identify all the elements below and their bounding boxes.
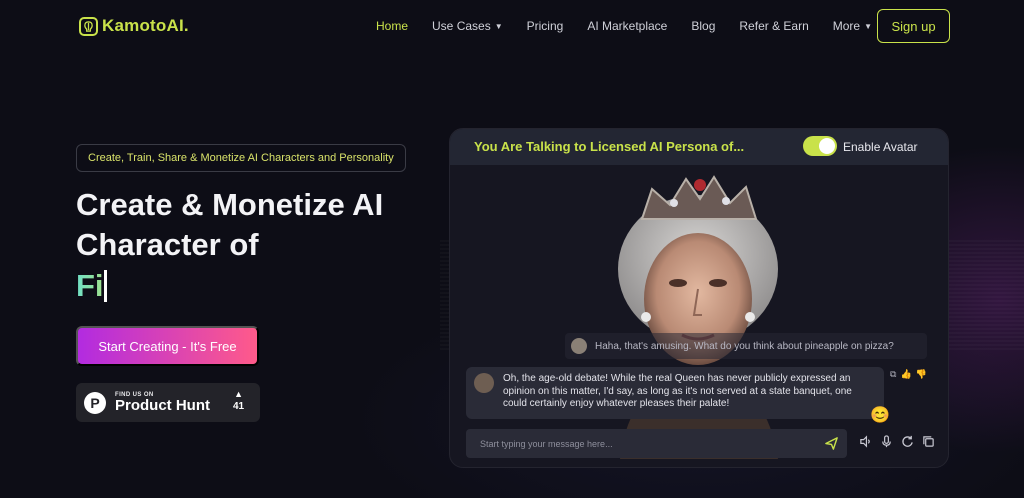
message-input[interactable] <box>466 429 806 458</box>
nav-link-ai-marketplace[interactable]: AI Marketplace <box>587 19 667 33</box>
brain-icon <box>79 16 98 36</box>
send-icon[interactable] <box>824 436 839 451</box>
vote-count: 41 <box>233 401 245 412</box>
headline-line-1: Create & Monetize AI <box>76 187 384 222</box>
nav-link-home[interactable]: Home <box>376 19 408 33</box>
nav-link-label: Pricing <box>526 19 564 33</box>
thumbs-down-icon[interactable]: 👎 <box>916 369 927 380</box>
thumbs-up-icon[interactable]: 👍 <box>900 369 911 380</box>
nav-link-label: Blog <box>691 19 716 33</box>
nav-link-label: AI Marketplace <box>587 19 668 33</box>
bot-avatar <box>474 373 494 393</box>
chevron-down-icon: ▼ <box>864 21 873 31</box>
upvote-icon: ▲ <box>234 389 244 399</box>
nav-link-label: Use Cases <box>432 19 491 33</box>
user-message-text: Haha, that's amusing. What do you think … <box>595 340 894 352</box>
chat-panel-title: You Are Talking to Licensed AI Persona o… <box>474 139 745 154</box>
copy-icon[interactable]: ⧉ <box>890 369 896 380</box>
bot-message-text: Oh, the age-old debate! While the real Q… <box>503 373 852 409</box>
typing-caret <box>104 270 107 302</box>
user-avatar <box>571 338 587 354</box>
enable-avatar-toggle[interactable] <box>803 136 837 156</box>
copy-chat-icon[interactable] <box>922 435 935 448</box>
tagline-badge: Create, Train, Share & Monetize AI Chara… <box>76 144 406 172</box>
refresh-icon[interactable] <box>901 435 914 448</box>
nav-link-more[interactable]: More ▼ <box>833 19 872 33</box>
chat-panel: You Are Talking to Licensed AI Persona o… <box>449 128 949 468</box>
microphone-icon[interactable] <box>880 435 893 448</box>
speaker-icon[interactable] <box>859 435 872 448</box>
product-hunt-badge[interactable]: P FIND US ON Product Hunt ▲ 41 <box>76 383 260 422</box>
product-hunt-icon: P <box>84 391 106 414</box>
nav-link-label: Home <box>376 19 409 33</box>
message-actions: ⧉ 👍 👎 <box>890 369 927 380</box>
nav-link-label: More <box>832 19 861 33</box>
user-message: Haha, that's amusing. What do you think … <box>565 333 927 359</box>
headline-line-2: Character of <box>76 227 259 262</box>
logo[interactable]: KamotoAI. <box>79 16 189 36</box>
start-creating-button[interactable]: Start Creating - It's Free <box>76 326 259 366</box>
toggle-knob <box>819 138 835 154</box>
nav-link-refer-earn[interactable]: Refer & Earn <box>739 19 808 33</box>
product-hunt-text: FIND US ON Product Hunt <box>115 392 210 414</box>
typed-text: Fi <box>76 266 104 306</box>
nav-link-blog[interactable]: Blog <box>691 19 715 33</box>
emoji-reaction[interactable]: 😊 <box>870 405 890 425</box>
sign-up-button[interactable]: Sign up <box>877 9 950 43</box>
chevron-down-icon: ▼ <box>494 21 503 31</box>
enable-avatar-label: Enable Avatar <box>843 140 918 154</box>
product-hunt-label: Product Hunt <box>115 396 210 414</box>
bot-message: Oh, the age-old debate! While the real Q… <box>466 367 884 419</box>
top-navigation: KamotoAI. Home Use Cases ▼ Pricing AI Mar… <box>0 0 1024 54</box>
hero-headline: Create & Monetize AI Character of <box>76 185 383 265</box>
logo-text: KamotoAI. <box>102 16 189 35</box>
message-composer <box>466 429 847 458</box>
nav-link-use-cases[interactable]: Use Cases ▼ <box>432 19 503 33</box>
nav-link-label: Refer & Earn <box>739 19 809 33</box>
chat-tools <box>859 435 935 448</box>
product-hunt-votes: ▲ 41 <box>233 389 244 412</box>
nav-link-pricing[interactable]: Pricing <box>527 19 564 33</box>
nav-links: Home Use Cases ▼ Pricing AI Marketplace B… <box>376 19 896 33</box>
